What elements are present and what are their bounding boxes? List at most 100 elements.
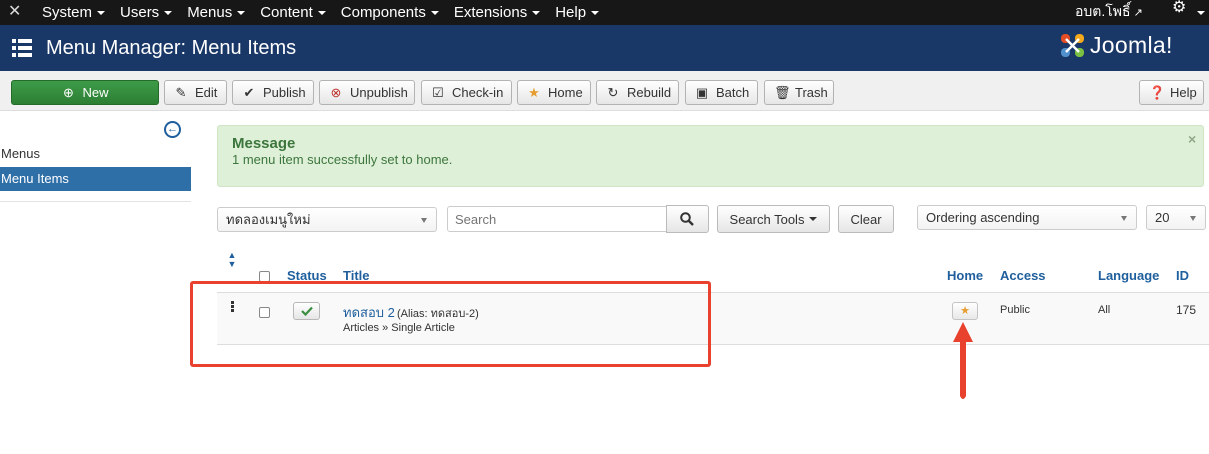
column-header-language[interactable]: Language xyxy=(1098,268,1159,283)
joomla-brand: Joomla! xyxy=(1058,31,1173,60)
unpublish-icon: ⊗ xyxy=(330,84,342,100)
sidebar-item-menus[interactable]: Menus xyxy=(0,142,191,166)
rebuild-label: Rebuild xyxy=(627,85,672,100)
search-button[interactable] xyxy=(666,205,709,233)
menu-content-label: Content xyxy=(260,4,313,21)
site-link[interactable]: อบต.โพธิ์ ↗ xyxy=(1075,1,1143,23)
gear-icon[interactable]: ⚙ xyxy=(1172,0,1186,16)
menu-components-label: Components xyxy=(340,4,426,21)
success-message: Message 1 menu item successfully set to … xyxy=(217,125,1204,187)
close-icon[interactable]: × xyxy=(1188,131,1196,147)
new-button[interactable]: ⊕ New xyxy=(11,80,159,105)
clear-label: Clear xyxy=(850,211,882,227)
edit-label: Edit xyxy=(195,85,218,100)
publish-label: Publish xyxy=(263,85,306,100)
column-header-access[interactable]: Access xyxy=(1000,268,1046,283)
menu-select-value: ทดลองเมนูใหม่ xyxy=(226,212,311,227)
trash-label: Trash xyxy=(795,85,828,100)
home-button[interactable]: ★ Home xyxy=(517,80,591,105)
ordering-select-value: Ordering ascending xyxy=(926,210,1040,225)
menu-components[interactable]: Components xyxy=(341,4,439,21)
menu-extensions-label: Extensions xyxy=(453,4,528,21)
question-circle-icon: ❓ xyxy=(1149,84,1166,100)
chevron-down-icon xyxy=(164,11,173,16)
trash-button[interactable]: 🗑 Trash xyxy=(764,80,834,105)
check-icon: ✔ xyxy=(243,84,255,100)
chevron-down-icon xyxy=(532,11,541,16)
refresh-icon: ↻ xyxy=(607,84,619,100)
limit-select-value: 20 xyxy=(1155,210,1170,225)
new-label: New xyxy=(82,85,109,100)
help-label: Help xyxy=(1170,85,1197,100)
menu-help[interactable]: Help xyxy=(555,4,600,21)
star-icon: ★ xyxy=(960,305,970,317)
clear-button[interactable]: Clear xyxy=(838,205,894,233)
search-icon xyxy=(680,212,694,226)
search-tools-button[interactable]: Search Tools xyxy=(717,205,830,233)
column-header-home[interactable]: Home xyxy=(947,268,983,283)
search-tools-label: Search Tools xyxy=(729,211,805,227)
message-text: 1 menu item successfully set to home. xyxy=(232,152,453,167)
site-name: อบต.โพธิ์ xyxy=(1075,3,1131,19)
menu-content[interactable]: Content xyxy=(260,4,326,21)
edit-button[interactable]: ✎ Edit xyxy=(164,80,227,105)
joomla-logo-icon[interactable]: ✕ xyxy=(8,3,28,23)
access-value: Public xyxy=(1000,304,1030,316)
chevron-down-icon xyxy=(97,11,106,16)
checkin-button[interactable]: ☑ Check-in xyxy=(421,80,512,105)
annotation-arrow-icon xyxy=(953,322,973,399)
help-button[interactable]: ❓ Help xyxy=(1139,80,1204,105)
chevron-down-icon xyxy=(591,11,600,16)
plus-circle-icon: ⊕ xyxy=(63,84,74,100)
joomla-logo-icon xyxy=(1061,34,1084,57)
sidebar-divider xyxy=(0,201,191,202)
menu-users-label: Users xyxy=(120,4,160,21)
sort-icon[interactable]: ▲ ▼ xyxy=(227,251,237,269)
checkbox-icon: ☑ xyxy=(432,84,444,100)
publish-button[interactable]: ✔ Publish xyxy=(232,80,314,105)
brand-name: Joomla! xyxy=(1090,32,1173,58)
column-header-id[interactable]: ID xyxy=(1176,268,1189,283)
chevron-down-icon xyxy=(1121,216,1127,221)
unpublish-button[interactable]: ⊗ Unpublish xyxy=(319,80,415,105)
unpublish-label: Unpublish xyxy=(350,85,408,100)
language-value: All xyxy=(1098,304,1111,316)
rebuild-button[interactable]: ↻ Rebuild xyxy=(596,80,679,105)
chevron-down-icon[interactable] xyxy=(1197,11,1205,15)
search-input[interactable] xyxy=(447,206,667,232)
chevron-down-icon xyxy=(1190,216,1196,221)
external-link-icon: ↗ xyxy=(1133,7,1143,19)
batch-label: Batch xyxy=(716,85,750,100)
menu-menus-label: Menus xyxy=(187,4,233,21)
batch-button[interactable]: ▣ Batch xyxy=(685,80,758,105)
top-navbar: ✕ System Users Menus Content Components … xyxy=(0,0,1209,25)
star-icon: ★ xyxy=(528,84,540,100)
menu-users[interactable]: Users xyxy=(120,4,173,21)
list-icon xyxy=(12,39,32,57)
menu-menus[interactable]: Menus xyxy=(187,4,246,21)
menu-extensions[interactable]: Extensions xyxy=(453,4,541,21)
chevron-down-icon xyxy=(237,11,246,16)
annotation-highlight-box xyxy=(190,281,711,367)
batch-icon: ▣ xyxy=(695,84,709,100)
limit-select[interactable]: 20 xyxy=(1146,205,1206,230)
page-header: Menu Manager: Menu Items Joomla! xyxy=(0,25,1209,71)
menu-select[interactable]: ทดลองเมนูใหม่ xyxy=(217,207,437,232)
sidebar-item-menu-items[interactable]: Menu Items xyxy=(0,167,191,191)
edit-icon: ✎ xyxy=(175,84,187,100)
chevron-down-icon xyxy=(430,11,439,16)
chevron-down-icon xyxy=(421,218,427,223)
toolbar: ⊕ New ✎ Edit ✔ Publish ⊗ Unpublish ☑ Check-in… xyxy=(0,71,1209,111)
menu-help-label: Help xyxy=(555,4,587,21)
ordering-select[interactable]: Ordering ascending xyxy=(917,205,1137,230)
trash-icon: 🗑 xyxy=(774,84,791,100)
menu-system[interactable]: System xyxy=(42,4,106,21)
message-heading: Message xyxy=(232,135,296,152)
checkin-label: Check-in xyxy=(452,85,504,100)
id-value: 175 xyxy=(1176,303,1197,317)
chevron-down-icon xyxy=(809,217,818,221)
home-star-button[interactable]: ★ xyxy=(952,302,978,320)
collapse-sidebar-icon[interactable]: ← xyxy=(164,121,181,138)
chevron-down-icon xyxy=(317,11,326,16)
menu-system-label: System xyxy=(42,4,93,21)
